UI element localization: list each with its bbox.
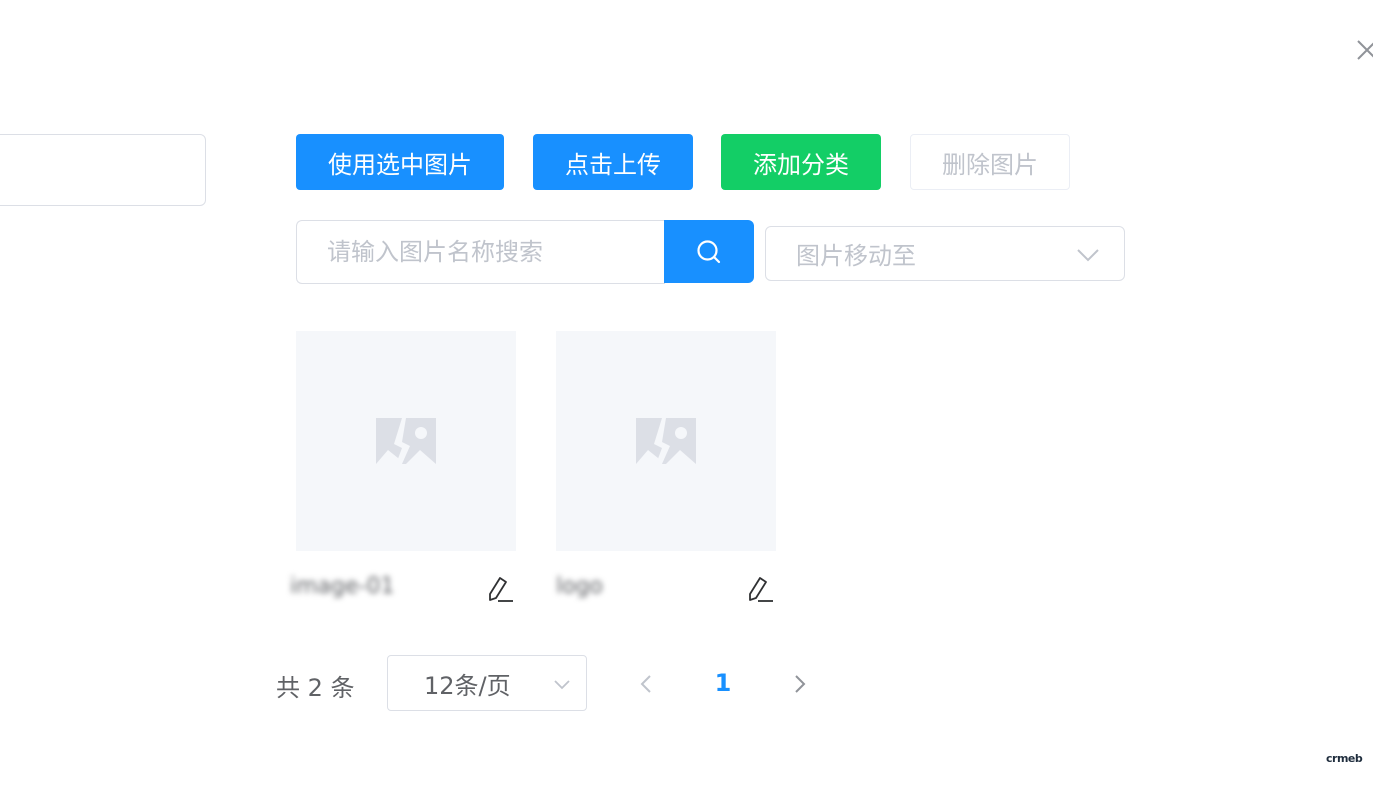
image-placeholder-icon [376,418,436,464]
chevron-left-icon [640,675,651,693]
search-button[interactable] [664,220,754,283]
edit-image-name-button[interactable] [746,574,776,604]
move-to-placeholder: 图片移动至 [796,242,916,270]
edit-image-name-button[interactable] [486,574,516,604]
move-to-category-select[interactable]: 图片移动至 [765,226,1125,281]
pagination-total: 共 2 条 [276,674,355,702]
image-search-input[interactable] [296,220,665,284]
chevron-down-icon [554,680,570,690]
page-number[interactable]: 1 [708,666,738,700]
close-icon [1357,40,1373,60]
image-placeholder-icon [636,418,696,464]
image-name: logo [556,574,603,599]
image-thumbnail[interactable] [556,331,776,551]
category-tree-search[interactable] [0,134,206,206]
chevron-right-icon [795,675,806,693]
delete-images-button[interactable]: 删除图片 [910,134,1070,190]
add-category-button[interactable]: 添加分类 [721,134,881,190]
use-selected-images-button[interactable]: 使用选中图片 [296,134,504,190]
edit-icon [489,577,513,602]
image-name: image-01 [290,574,395,599]
next-page-button[interactable] [786,668,814,700]
image-thumbnail[interactable] [296,331,516,551]
page-size-select[interactable]: 12条/页 [387,655,587,711]
brand-logo: crmeb [1326,752,1363,765]
upload-button[interactable]: 点击上传 [533,134,693,190]
page-size-value: 12条/页 [424,671,511,700]
edit-icon [749,577,773,602]
search-icon [697,239,721,263]
chevron-down-icon [1077,249,1099,262]
close-dialog-button[interactable] [1355,38,1373,62]
prev-page-button[interactable] [632,668,660,700]
